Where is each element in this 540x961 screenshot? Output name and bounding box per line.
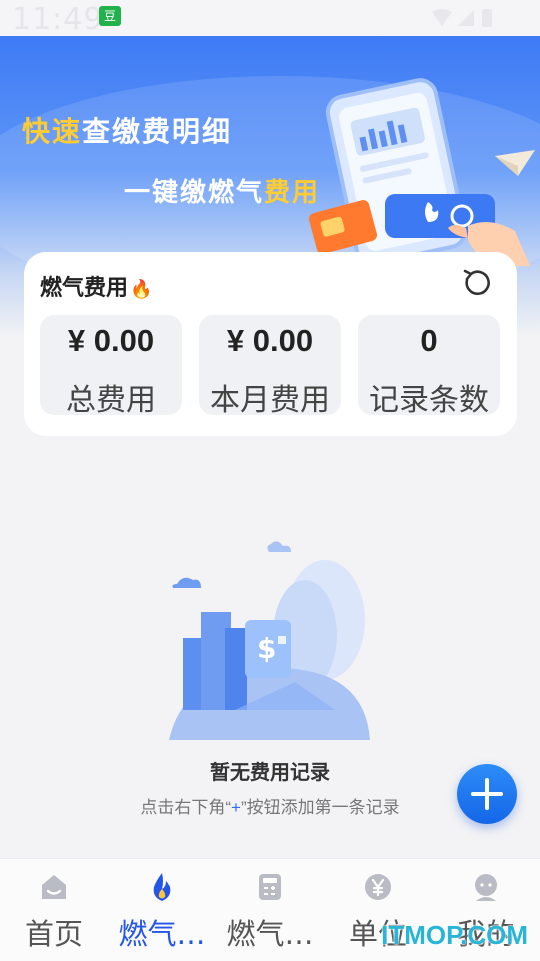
phone-payment-illustration (308, 78, 535, 266)
app-notification-icon: 豆 (99, 6, 121, 26)
hint-plus: + (231, 798, 241, 817)
empty-records-illustration: $ (169, 541, 370, 740)
banner-headline-text: 查缴费明细 (82, 116, 233, 147)
refresh-icon[interactable] (459, 266, 495, 302)
status-icons (432, 9, 492, 27)
banner-subheadline-text: 一键缴燃气 (124, 177, 265, 207)
wifi-icon (432, 9, 452, 26)
status-bar: 11:49 豆 (0, 0, 540, 37)
nav-item-home[interactable]: 首页 (0, 859, 108, 961)
stat-monthly-fee: ¥ 0.00 本月费用 (199, 315, 341, 418)
fee-summary-card: 燃气费用 🔥 ¥ 0.00 总费用 ¥ 0.00 本月费用 0 记录条数 (24, 252, 517, 436)
stat-label: 总费用 (66, 383, 156, 418)
flame-icon: 🔥 (130, 279, 153, 299)
nav-item-gas-calculator[interactable]: 燃气… (216, 859, 324, 961)
profile-icon (475, 874, 497, 901)
nav-label: 燃气… (226, 917, 314, 951)
signal-icon (458, 10, 474, 26)
stat-value: ¥ 0.00 (67, 323, 155, 358)
stat-value: ¥ 0.00 (226, 323, 314, 358)
add-record-button[interactable] (457, 764, 517, 824)
stat-value: 0 (420, 323, 438, 358)
hint-suffix: ”按钮添加第一条记录 (240, 798, 400, 817)
plus-icon (471, 778, 503, 810)
nav-item-gas-fees[interactable]: 燃气… (108, 859, 216, 961)
stat-total-fee: ¥ 0.00 总费用 (40, 315, 182, 418)
status-time: 11:49 (12, 2, 104, 37)
hint-prefix: 点击右下角“ (140, 798, 232, 817)
banner-headline: 快速查缴费明细 (22, 110, 232, 150)
card-title-text: 燃气费用 (40, 275, 129, 300)
stat-record-count: 0 记录条数 (358, 315, 500, 418)
yen-icon (365, 874, 391, 900)
card-title: 燃气费用 🔥 (40, 270, 152, 302)
svg-text:$: $ (257, 632, 276, 665)
flame-icon (153, 873, 171, 901)
stat-label: 本月费用 (210, 383, 330, 418)
battery-icon (482, 9, 492, 27)
stat-label: 记录条数 (369, 383, 489, 418)
calculator-icon (259, 874, 281, 900)
site-watermark: ITMOP.COM (381, 920, 528, 950)
nav-label: 燃气… (118, 917, 206, 951)
banner-headline-highlight: 快速 (22, 116, 83, 147)
home-icon (42, 875, 66, 899)
nav-label: 首页 (24, 917, 83, 951)
